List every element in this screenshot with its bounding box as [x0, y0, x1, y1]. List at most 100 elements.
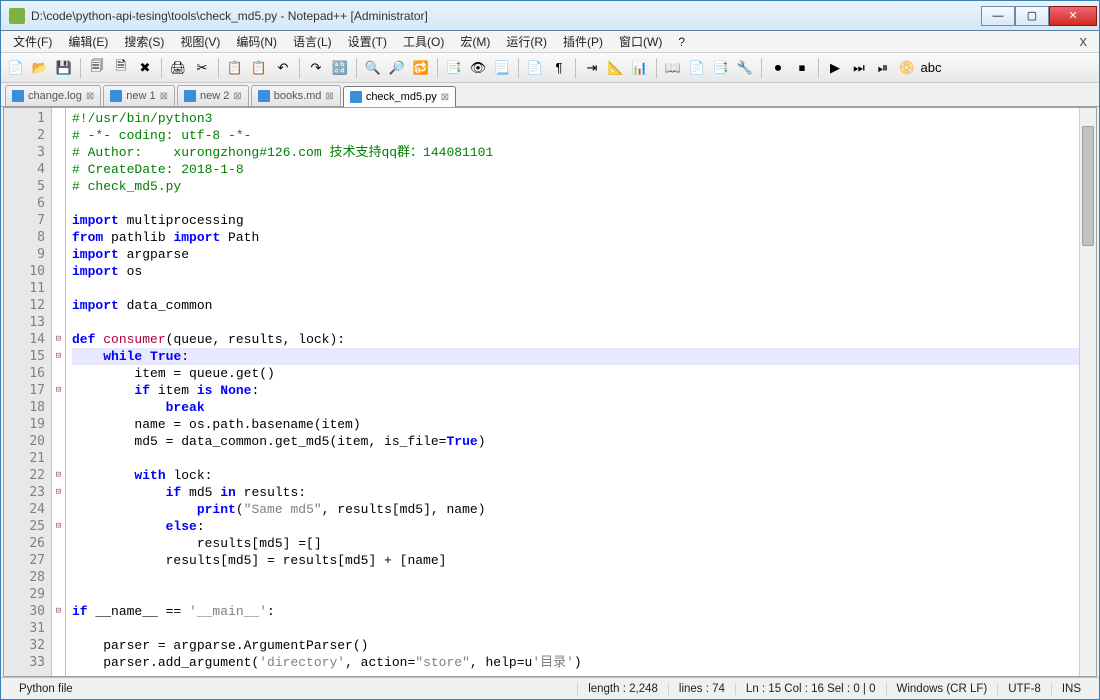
code-line[interactable] — [72, 620, 1079, 637]
code-line[interactable]: # CreateDate: 2018-1-8 — [72, 161, 1079, 178]
line-number-gutter[interactable]: 1234567891011121314151617181920212223242… — [4, 108, 52, 676]
code-line[interactable]: import os — [72, 263, 1079, 280]
tab-close-icon[interactable]: ⊠ — [160, 91, 168, 102]
toolbar-button[interactable]: 🔧 — [734, 57, 756, 79]
toolbar-button[interactable]: 📄 — [686, 57, 708, 79]
code-line[interactable]: break — [72, 399, 1079, 416]
toolbar-button[interactable]: 📐 — [605, 57, 627, 79]
code-line[interactable]: print("Same md5", results[md5], name) — [72, 501, 1079, 518]
code-line[interactable]: while True: — [72, 348, 1079, 365]
menu-item[interactable]: 视图(V) — [172, 31, 228, 52]
code-view[interactable]: #!/usr/bin/python3# -*- coding: utf-8 -*… — [66, 108, 1079, 676]
code-line[interactable]: if md5 in results: — [72, 484, 1079, 501]
maximize-button[interactable]: ▢ — [1015, 6, 1049, 26]
toolbar-button[interactable]: 📂 — [29, 57, 51, 79]
toolbar-button[interactable]: 🔡 — [329, 57, 351, 79]
code-line[interactable] — [72, 314, 1079, 331]
file-tab[interactable]: new 1⊠ — [103, 85, 175, 106]
code-line[interactable] — [72, 195, 1079, 212]
code-line[interactable] — [72, 450, 1079, 467]
code-line[interactable]: parser.add_argument('directory', action=… — [72, 654, 1079, 671]
toolbar-button[interactable]: 📑 — [443, 57, 465, 79]
toolbar-button[interactable]: 🗎 — [110, 57, 132, 79]
tab-close-icon[interactable]: ⊠ — [233, 91, 241, 102]
menu-item[interactable]: 文件(F) — [5, 31, 60, 52]
code-line[interactable]: name = os.path.basename(item) — [72, 416, 1079, 433]
menu-item[interactable]: 语言(L) — [285, 31, 340, 52]
toolbar-button[interactable]: 📋 — [248, 57, 270, 79]
toolbar-button[interactable]: 📑 — [710, 57, 732, 79]
file-tab[interactable]: new 2⊠ — [177, 85, 249, 106]
code-line[interactable]: import data_common — [72, 297, 1079, 314]
menu-item[interactable]: 插件(P) — [555, 31, 611, 52]
toolbar-button[interactable]: ↶ — [272, 57, 294, 79]
toolbar-button[interactable]: ↷ — [305, 57, 327, 79]
code-line[interactable]: md5 = data_common.get_md5(item, is_file=… — [72, 433, 1079, 450]
toolbar-button[interactable]: 🗐 — [86, 57, 108, 79]
code-line[interactable]: def consumer(queue, results, lock): — [72, 331, 1079, 348]
menu-item[interactable]: 窗口(W) — [611, 31, 670, 52]
menu-item[interactable]: 编码(N) — [228, 31, 285, 52]
tab-close-icon[interactable]: ⊠ — [325, 91, 333, 102]
code-line[interactable]: results[md5] =[] — [72, 535, 1079, 552]
file-tab[interactable]: check_md5.py⊠ — [343, 86, 456, 107]
code-line[interactable]: else: — [72, 518, 1079, 535]
toolbar-button[interactable]: ✖ — [134, 57, 156, 79]
toolbar-button[interactable]: 📖 — [662, 57, 684, 79]
code-line[interactable]: if item is None: — [72, 382, 1079, 399]
code-line[interactable] — [72, 586, 1079, 603]
toolbar-button[interactable]: 📄 — [5, 57, 27, 79]
toolbar-button[interactable]: 📊 — [629, 57, 651, 79]
toolbar-button[interactable]: 📋 — [224, 57, 246, 79]
code-line[interactable]: # -*- coding: utf-8 -*- — [72, 127, 1079, 144]
toolbar-button[interactable]: 🔂 — [410, 57, 432, 79]
menu-item[interactable]: 运行(R) — [498, 31, 555, 52]
file-tab[interactable]: books.md⊠ — [251, 85, 341, 106]
code-line[interactable]: # check_md5.py — [72, 178, 1079, 195]
toolbar-button[interactable]: abc — [920, 57, 942, 79]
code-line[interactable]: item = queue.get() — [72, 365, 1079, 382]
toolbar-button[interactable]: ✂ — [191, 57, 213, 79]
menubar-close-icon[interactable]: x — [1072, 33, 1096, 50]
close-button[interactable]: ✕ — [1049, 6, 1097, 26]
titlebar[interactable]: D:\code\python-api-tesing\tools\check_md… — [1, 1, 1099, 31]
tab-close-icon[interactable]: ⊠ — [86, 91, 94, 102]
toolbar-button[interactable]: ▶ — [824, 57, 846, 79]
menu-item[interactable]: 宏(M) — [452, 31, 498, 52]
code-line[interactable] — [72, 569, 1079, 586]
fold-gutter[interactable]: ⊟⊟⊟⊟⊟⊟⊟ — [52, 108, 66, 676]
code-line[interactable] — [72, 280, 1079, 297]
code-line[interactable]: #!/usr/bin/python3 — [72, 110, 1079, 127]
toolbar-button[interactable]: 📄 — [524, 57, 546, 79]
vertical-scrollbar[interactable] — [1079, 108, 1096, 676]
code-line[interactable]: with lock: — [72, 467, 1079, 484]
toolbar-button[interactable]: ⏭ — [848, 57, 870, 79]
code-line[interactable]: # Author: xurongzhong#126.com 技术支持qq群：14… — [72, 144, 1079, 161]
toolbar-button[interactable]: 🔎 — [386, 57, 408, 79]
menu-item[interactable]: 设置(T) — [340, 31, 395, 52]
code-line[interactable]: if __name__ == '__main__': — [72, 603, 1079, 620]
toolbar-button[interactable]: 💾 — [53, 57, 75, 79]
toolbar-button[interactable]: ⏺ — [767, 57, 789, 79]
menu-item[interactable]: 工具(O) — [395, 31, 452, 52]
menu-item[interactable]: 编辑(E) — [60, 31, 116, 52]
code-line[interactable]: results[md5] = results[md5] + [name] — [72, 552, 1079, 569]
menu-item[interactable]: 搜索(S) — [116, 31, 172, 52]
code-line[interactable]: import multiprocessing — [72, 212, 1079, 229]
toolbar-button[interactable]: ⏹ — [791, 57, 813, 79]
tab-close-icon[interactable]: ⊠ — [441, 92, 449, 103]
toolbar-button[interactable]: 📃 — [491, 57, 513, 79]
minimize-button[interactable]: — — [981, 6, 1015, 26]
toolbar-button[interactable]: 🖨 — [167, 57, 189, 79]
code-line[interactable]: import argparse — [72, 246, 1079, 263]
scrollbar-thumb[interactable] — [1082, 126, 1094, 246]
toolbar-button[interactable]: ⇥ — [581, 57, 603, 79]
toolbar-button[interactable]: 📀 — [896, 57, 918, 79]
toolbar-button[interactable]: ¶ — [548, 57, 570, 79]
menu-item[interactable]: ? — [670, 33, 693, 51]
code-line[interactable]: parser = argparse.ArgumentParser() — [72, 637, 1079, 654]
toolbar-button[interactable]: 🔍 — [362, 57, 384, 79]
toolbar-button[interactable]: ⏯ — [872, 57, 894, 79]
file-tab[interactable]: change.log⊠ — [5, 85, 101, 106]
toolbar-button[interactable]: 👁 — [467, 57, 489, 79]
